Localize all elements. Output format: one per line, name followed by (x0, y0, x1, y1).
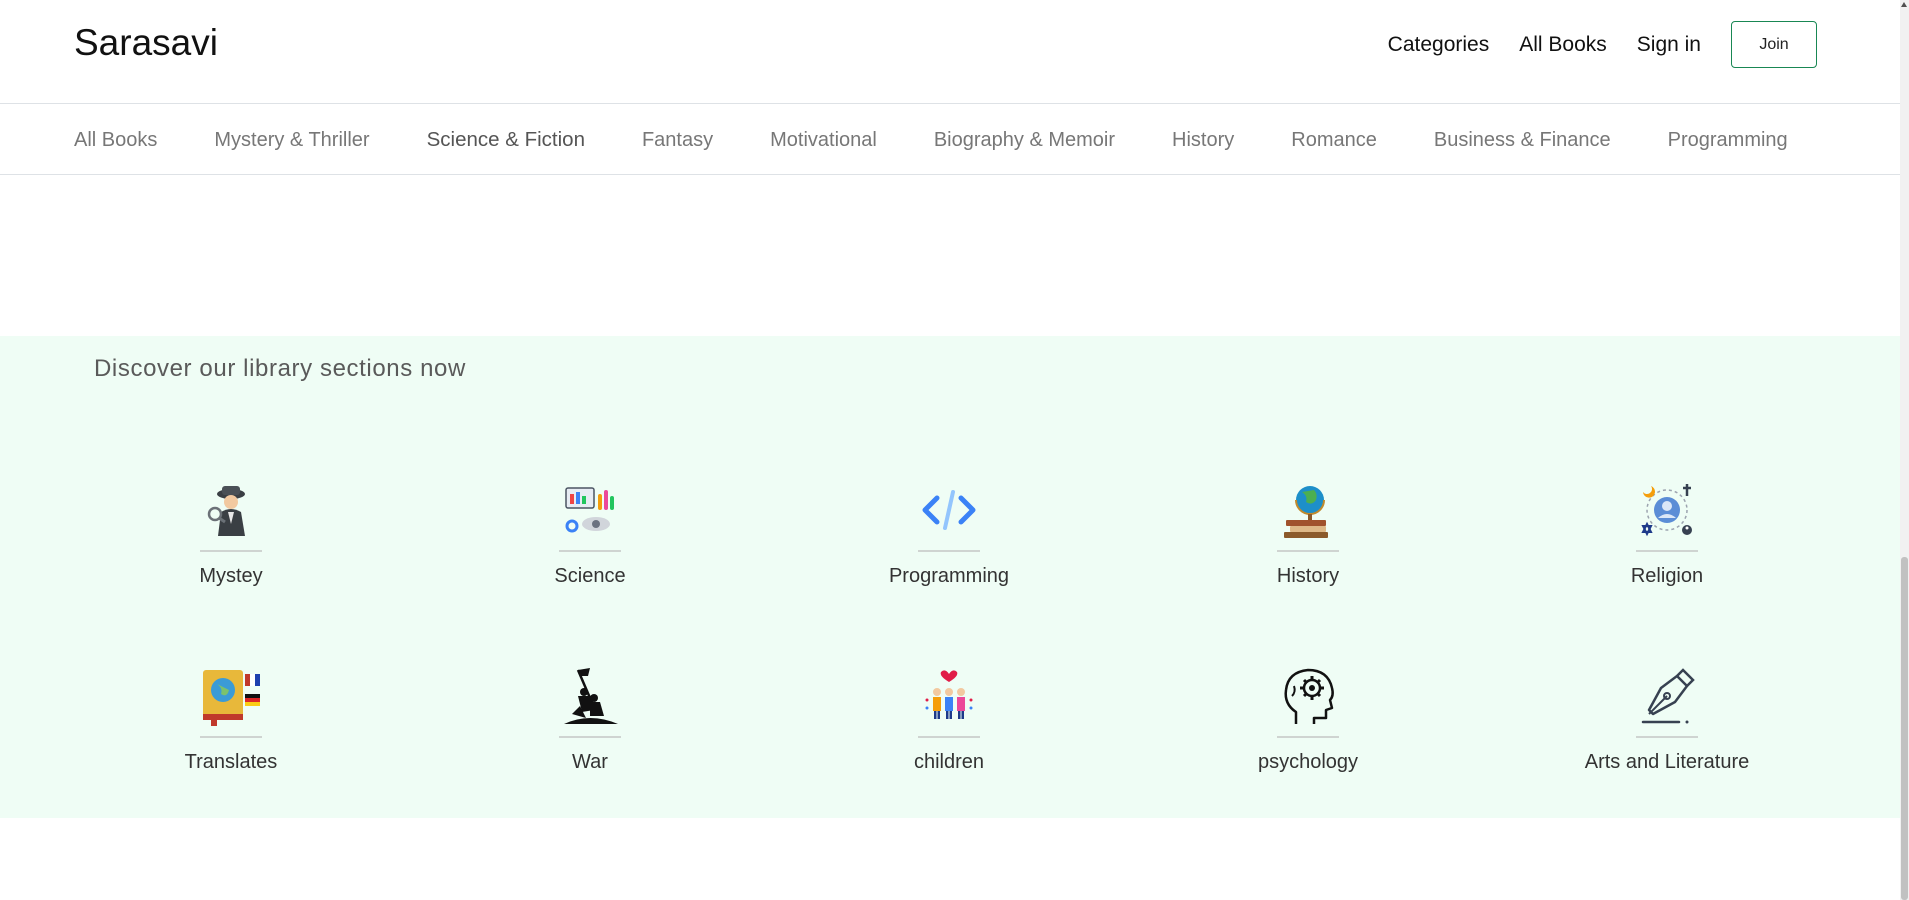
category-business-finance[interactable]: Business & Finance (1434, 129, 1611, 152)
tile-underline (918, 550, 980, 552)
top-nav: Categories All Books Sign in Join (1388, 21, 1817, 68)
section-label: Translates (184, 751, 278, 773)
site-header: Sarasavi Categories All Books Sign in Jo… (0, 0, 1900, 104)
section-label: Mystey (199, 565, 263, 587)
category-all-books[interactable]: All Books (74, 129, 157, 152)
category-programming[interactable]: Programming (1668, 129, 1788, 152)
science-lab-icon (565, 487, 614, 533)
tile-underline (1277, 736, 1339, 738)
nav-sign-in-link[interactable]: Sign in (1637, 33, 1701, 57)
tile-underline (559, 550, 621, 552)
section-tile-programming[interactable]: Programming (849, 480, 1049, 588)
section-label: children (913, 751, 985, 773)
section-label: Arts and Literature (1584, 751, 1750, 773)
tile-underline (1277, 550, 1339, 552)
category-mystery-thriller[interactable]: Mystery & Thriller (214, 129, 369, 152)
scrollbar-thumb[interactable] (1901, 557, 1908, 900)
section-label: Science (554, 565, 626, 587)
section-label: psychology (1257, 751, 1359, 773)
category-history[interactable]: History (1172, 129, 1234, 152)
section-tile-children[interactable]: children (849, 666, 1049, 774)
fountain-pen-icon (1641, 668, 1695, 724)
page-scrollbar[interactable] (1900, 0, 1909, 900)
tile-underline (200, 736, 262, 738)
section-tile-religion[interactable]: Religion (1567, 480, 1767, 588)
tile-underline (559, 736, 621, 738)
section-label: Religion (1630, 565, 1704, 587)
scroll-up-arrow-icon[interactable] (1901, 2, 1907, 7)
category-fantasy[interactable]: Fantasy (642, 129, 713, 152)
section-label: Programming (888, 565, 1010, 587)
tile-underline (1636, 736, 1698, 738)
soldiers-flag-icon (564, 668, 618, 724)
library-sections: Discover our library sections now Mystey (0, 336, 1900, 818)
category-motivational[interactable]: Motivational (770, 129, 877, 152)
category-romance[interactable]: Romance (1291, 129, 1377, 152)
children-icon (925, 670, 973, 719)
nav-categories-link[interactable]: Categories (1388, 33, 1490, 57)
translate-book-icon (203, 670, 260, 726)
tile-underline (1636, 550, 1698, 552)
section-label: History (1276, 565, 1340, 587)
category-bar: All Books Mystery & Thriller Science & F… (0, 105, 1900, 175)
category-list: All Books Mystery & Thriller Science & F… (0, 105, 1900, 175)
nav-all-books-link[interactable]: All Books (1519, 33, 1607, 57)
join-button[interactable]: Join (1731, 21, 1817, 68)
globe-books-icon (1284, 486, 1328, 538)
section-tile-arts-literature[interactable]: Arts and Literature (1567, 666, 1767, 774)
religion-symbols-icon (1641, 484, 1692, 537)
library-heading: Discover our library sections now (94, 355, 466, 382)
section-tile-war[interactable]: War (490, 666, 690, 774)
section-tile-science[interactable]: Science (490, 480, 690, 588)
tile-underline (200, 550, 262, 552)
section-tile-mystey[interactable]: Mystey (131, 480, 331, 588)
category-science-fiction[interactable]: Science & Fiction (427, 128, 585, 152)
head-gear-icon (1284, 668, 1334, 724)
tile-underline (918, 736, 980, 738)
section-tile-history[interactable]: History (1208, 480, 1408, 588)
category-biography-memoir[interactable]: Biography & Memoir (934, 129, 1115, 152)
section-tile-translates[interactable]: Translates (131, 666, 331, 774)
section-label: War (572, 751, 608, 773)
brand-logo[interactable]: Sarasavi (74, 22, 218, 64)
section-tile-psychology[interactable]: psychology (1208, 666, 1408, 774)
code-icon (922, 490, 976, 530)
detective-icon (207, 486, 245, 536)
